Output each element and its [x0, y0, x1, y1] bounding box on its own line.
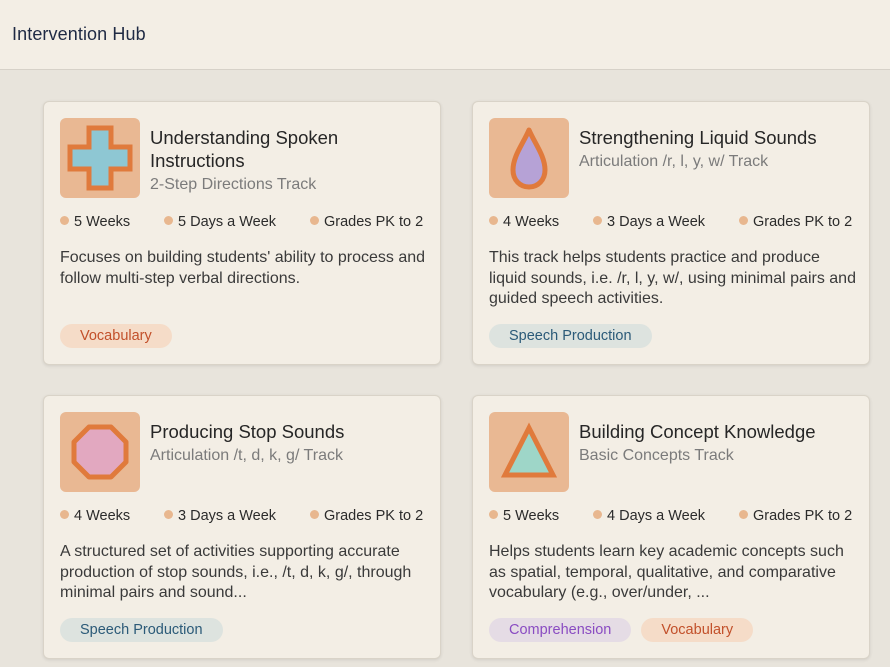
droplet-icon	[489, 118, 569, 198]
tag-comprehension[interactable]: Comprehension	[489, 618, 632, 642]
intervention-card-liquid-sounds[interactable]: Strengthening Liquid Sounds Articulation…	[472, 101, 870, 365]
card-description: A structured set of activities supportin…	[60, 543, 412, 601]
card-title: Strengthening Liquid Sounds	[579, 127, 817, 148]
card-subtitle: Articulation /r, l, y, w/ Track	[579, 153, 769, 170]
intervention-card-spoken-instructions[interactable]: Understanding Spoken Instructions 2-Step…	[43, 101, 441, 365]
dot-icon	[489, 510, 498, 519]
days-per-week: 5 Days a Week	[164, 214, 276, 230]
card-title: Producing Stop Sounds	[150, 421, 345, 442]
dot-icon	[310, 216, 319, 225]
days-per-week: 3 Days a Week	[593, 214, 705, 230]
duration-weeks: 5 Weeks	[489, 508, 559, 524]
tag-speech-production[interactable]: Speech Production	[60, 618, 223, 642]
dot-icon	[489, 216, 498, 225]
intervention-card-concept-knowledge[interactable]: Building Concept Knowledge Basic Concept…	[472, 395, 870, 659]
page-title: Intervention Hub	[12, 24, 146, 44]
duration-weeks: 4 Weeks	[60, 508, 130, 524]
tag-vocabulary[interactable]: Vocabulary	[641, 618, 754, 642]
card-subtitle: Basic Concepts Track	[579, 447, 734, 464]
plus-icon	[60, 118, 140, 198]
app-header: Intervention Hub	[0, 0, 890, 70]
tag-speech-production[interactable]: Speech Production	[489, 324, 652, 348]
duration-weeks: 4 Weeks	[489, 214, 559, 230]
dot-icon	[739, 216, 748, 225]
card-meta: 4 Weeks 3 Days a Week Grades PK to 2	[489, 214, 859, 234]
dot-icon	[60, 216, 69, 225]
dot-icon	[164, 216, 173, 225]
card-description: Helps students learn key academic concep…	[489, 543, 844, 601]
card-title: Understanding Spoken Instructions	[150, 127, 339, 171]
card-subtitle: 2-Step Directions Track	[150, 176, 317, 193]
card-tags: Speech Production	[489, 324, 662, 348]
grade-range: Grades PK to 2	[310, 508, 423, 524]
grade-range: Grades PK to 2	[310, 214, 423, 230]
card-title: Building Concept Knowledge	[579, 421, 816, 442]
card-subtitle: Articulation /t, d, k, g/ Track	[150, 447, 343, 464]
grade-range: Grades PK to 2	[739, 508, 852, 524]
dot-icon	[593, 216, 602, 225]
card-tags: Vocabulary	[60, 324, 182, 348]
card-description: This track helps students practice and p…	[489, 249, 856, 307]
grade-range: Grades PK to 2	[739, 214, 852, 230]
card-description: Focuses on building students' ability to…	[60, 249, 426, 287]
card-tags: Speech Production	[60, 618, 233, 642]
duration-weeks: 5 Weeks	[60, 214, 130, 230]
days-per-week: 3 Days a Week	[164, 508, 276, 524]
dot-icon	[310, 510, 319, 519]
card-tags: Comprehension Vocabulary	[489, 618, 763, 642]
dot-icon	[739, 510, 748, 519]
octagon-icon	[60, 412, 140, 492]
card-meta: 5 Weeks 4 Days a Week Grades PK to 2	[489, 508, 859, 528]
dot-icon	[60, 510, 69, 519]
intervention-card-stop-sounds[interactable]: Producing Stop Sounds Articulation /t, d…	[43, 395, 441, 659]
card-meta: 4 Weeks 3 Days a Week Grades PK to 2	[60, 508, 430, 528]
triangle-icon	[489, 412, 569, 492]
tag-vocabulary[interactable]: Vocabulary	[60, 324, 172, 348]
days-per-week: 4 Days a Week	[593, 508, 705, 524]
card-meta: 5 Weeks 5 Days a Week Grades PK to 2	[60, 214, 430, 234]
dot-icon	[164, 510, 173, 519]
dot-icon	[593, 510, 602, 519]
